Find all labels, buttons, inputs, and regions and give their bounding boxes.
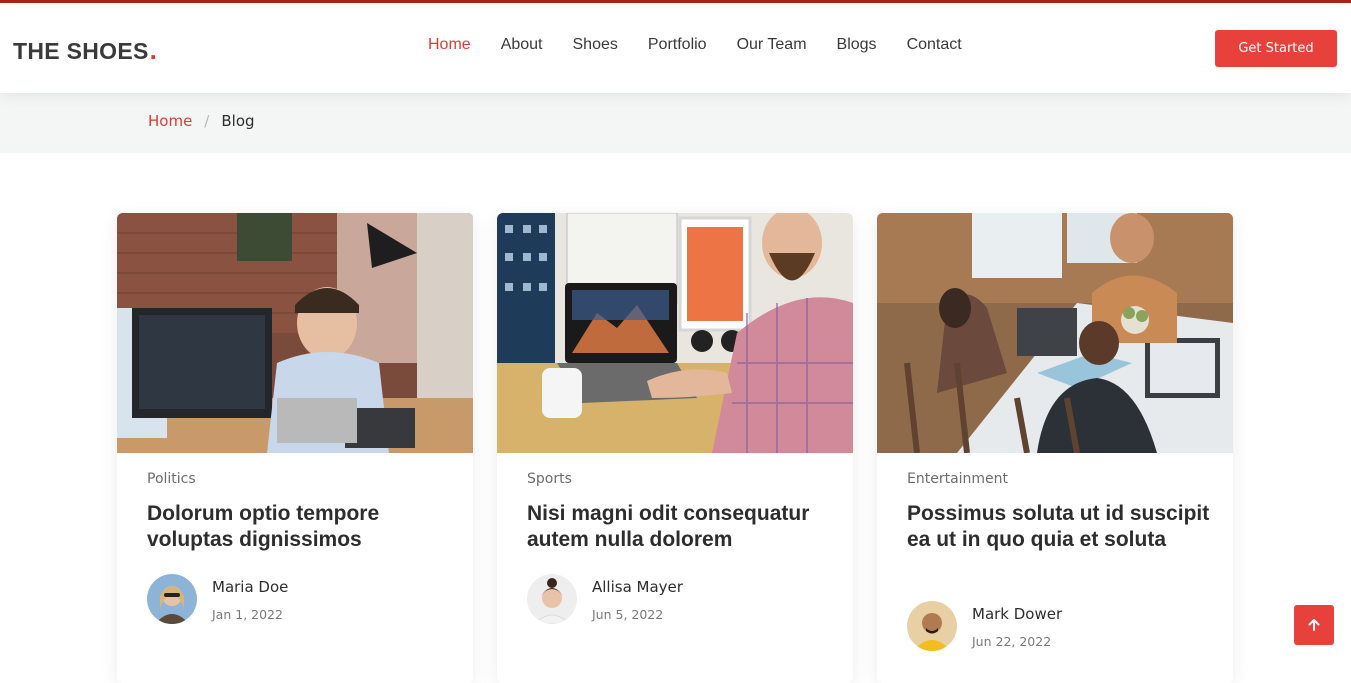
avatar bbox=[527, 574, 577, 624]
blog-card: Entertainment Possimus soluta ut id susc… bbox=[877, 213, 1233, 683]
post-date: Jun 22, 2022 bbox=[972, 634, 1052, 649]
author-name: Allisa Mayer bbox=[592, 578, 683, 596]
nav-our-team[interactable]: Our Team bbox=[722, 36, 822, 54]
author-name: Mark Dower bbox=[972, 605, 1063, 623]
scroll-to-top-button[interactable] bbox=[1294, 605, 1334, 645]
nav-blogs[interactable]: Blogs bbox=[822, 36, 892, 54]
breadcrumb-bar: Home / Blog bbox=[0, 93, 1351, 153]
post-author: Allisa Mayer Jun 5, 2022 bbox=[527, 574, 827, 626]
brand-name: THE SHOES bbox=[13, 38, 149, 64]
post-category: Sports bbox=[527, 471, 572, 487]
nav-contact[interactable]: Contact bbox=[892, 36, 977, 54]
breadcrumb-home-link[interactable]: Home bbox=[148, 112, 192, 130]
site-header: THE SHOES. Home About Shoes Portfolio Ou… bbox=[0, 3, 1351, 93]
post-category: Entertainment bbox=[907, 471, 1009, 487]
main-nav: Home About Shoes Portfolio Our Team Blog… bbox=[413, 36, 977, 54]
avatar bbox=[907, 601, 957, 651]
post-author: Mark Dower Jun 22, 2022 bbox=[907, 601, 1207, 653]
brand-logo[interactable]: THE SHOES. bbox=[13, 35, 157, 66]
breadcrumb-current: Blog bbox=[221, 112, 255, 130]
post-date: Jun 5, 2022 bbox=[592, 607, 664, 622]
author-name: Maria Doe bbox=[212, 578, 289, 596]
get-started-button[interactable]: Get Started bbox=[1215, 30, 1337, 67]
nav-portfolio[interactable]: Portfolio bbox=[633, 36, 722, 54]
nav-home[interactable]: Home bbox=[413, 36, 486, 54]
avatar bbox=[147, 574, 197, 624]
post-title[interactable]: Possimus soluta ut id suscipit ea ut in … bbox=[907, 501, 1212, 553]
blog-card-image[interactable] bbox=[117, 213, 473, 453]
blog-card: Politics Dolorum optio tempore voluptas … bbox=[117, 213, 473, 683]
blog-card-image[interactable] bbox=[497, 213, 853, 453]
post-author: Maria Doe Jan 1, 2022 bbox=[147, 574, 447, 626]
nav-shoes[interactable]: Shoes bbox=[558, 36, 633, 54]
blog-card: Sports Nisi magni odit consequatur autem… bbox=[497, 213, 853, 683]
arrow-up-icon bbox=[1308, 619, 1320, 631]
post-title[interactable]: Dolorum optio tempore voluptas dignissim… bbox=[147, 501, 452, 553]
post-category: Politics bbox=[147, 471, 196, 487]
nav-about[interactable]: About bbox=[486, 36, 558, 54]
breadcrumb: Home / Blog bbox=[148, 112, 255, 130]
breadcrumb-separator: / bbox=[204, 112, 210, 130]
blog-card-image[interactable] bbox=[877, 213, 1233, 453]
post-date: Jan 1, 2022 bbox=[212, 607, 283, 622]
brand-dot: . bbox=[149, 35, 158, 65]
post-title[interactable]: Nisi magni odit consequatur autem nulla … bbox=[527, 501, 832, 553]
